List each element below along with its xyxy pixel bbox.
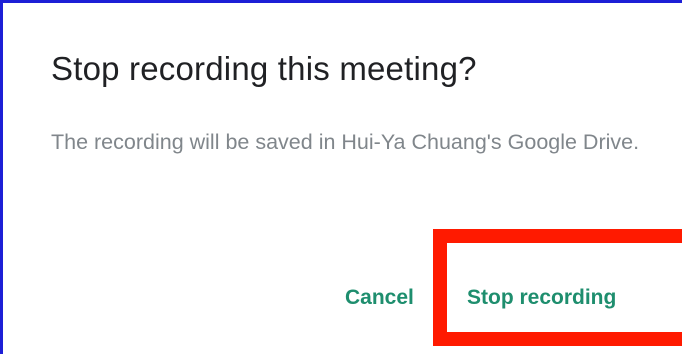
dialog-title: Stop recording this meeting? xyxy=(51,50,477,87)
cancel-button[interactable]: Cancel xyxy=(345,278,414,318)
stop-recording-button[interactable]: Stop recording xyxy=(467,278,616,318)
dialog-message: The recording will be saved in Hui-Ya Ch… xyxy=(51,130,640,154)
stop-recording-dialog: Stop recording this meeting? The recordi… xyxy=(12,8,682,354)
dialog-actions: Cancel Stop recording xyxy=(12,278,682,318)
